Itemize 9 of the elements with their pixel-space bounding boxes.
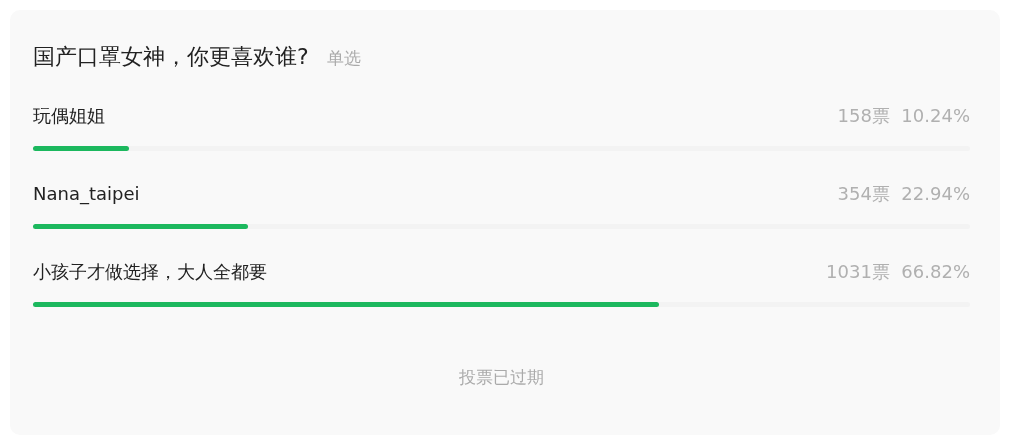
vote-count: 354票 22.94%	[837, 182, 970, 206]
option-label: 玩偶姐姐	[33, 104, 105, 128]
option-label: 小孩子才做选择，大人全都要	[33, 260, 267, 284]
poll-status: 投票已过期	[459, 367, 544, 387]
vote-count: 1031票 66.82%	[826, 260, 970, 284]
vote-count: 158票 10.24%	[837, 104, 970, 128]
option-label: Nana_taipei	[33, 182, 140, 207]
poll-mode-label: 单选	[326, 47, 361, 70]
poll-title: 国产口罩女神，你更喜欢谁?	[33, 43, 309, 71]
